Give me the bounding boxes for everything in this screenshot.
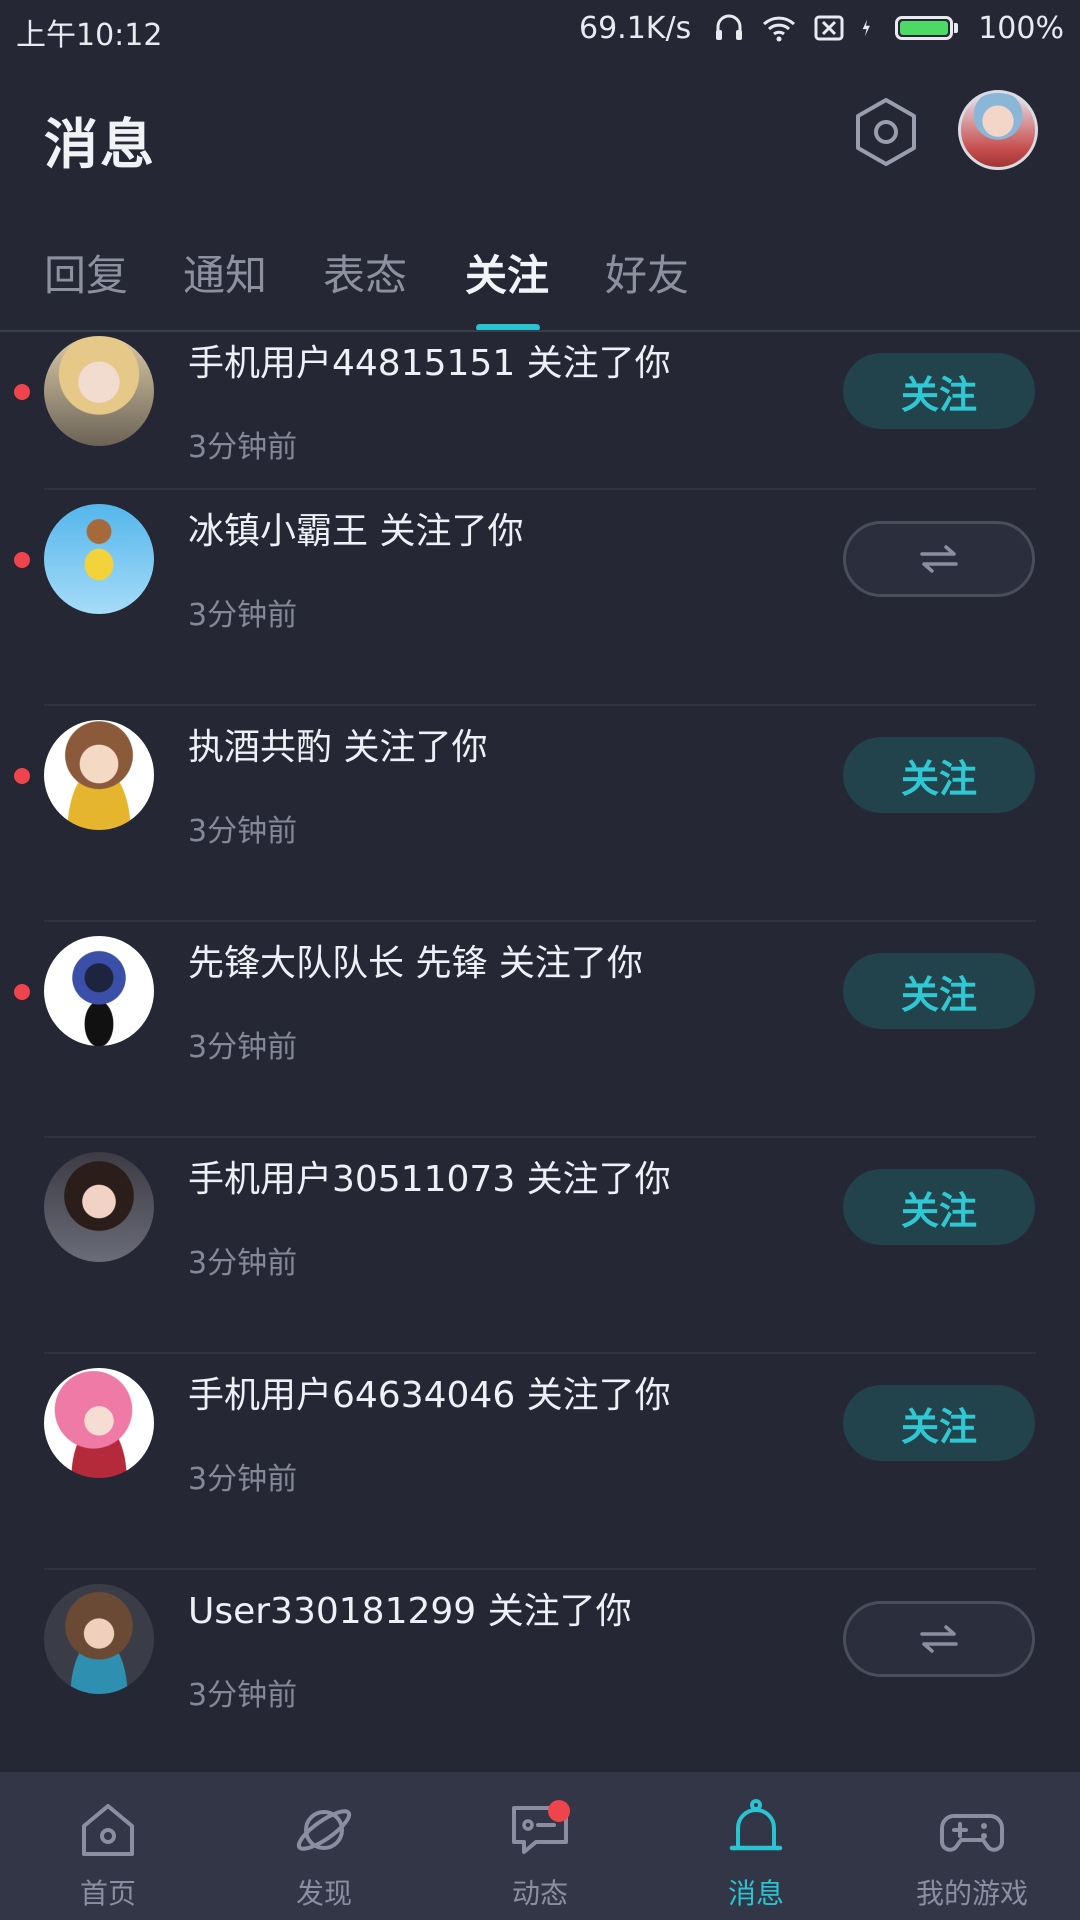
planet-icon bbox=[296, 1809, 352, 1851]
list-item[interactable]: 冰镇小霸王 关注了你 3分钟前 bbox=[0, 502, 1080, 718]
row-text: 冰镇小霸王 关注了你 3分钟前 bbox=[188, 502, 523, 634]
timestamp: 3分钟前 bbox=[188, 814, 298, 849]
follower-name: 先锋大队队长 先锋 关注了你 bbox=[188, 943, 643, 984]
nav-home[interactable]: 首页 bbox=[0, 1772, 216, 1920]
list-item[interactable]: 手机用户44815151 关注了你 3分钟前 关注 bbox=[0, 332, 1080, 502]
divider bbox=[44, 488, 1036, 490]
follow-button[interactable]: 关注 bbox=[843, 353, 1035, 429]
header: 消息 bbox=[0, 60, 1080, 210]
gear-icon[interactable] bbox=[850, 96, 922, 168]
divider bbox=[44, 1568, 1036, 1570]
unread-dot bbox=[14, 768, 30, 784]
follow-button[interactable]: 关注 bbox=[843, 1385, 1035, 1461]
follow-button[interactable]: 关注 bbox=[843, 953, 1035, 1029]
list-item[interactable]: 手机用户30511073 关注了你 3分钟前 关注 bbox=[0, 1150, 1080, 1366]
mutual-arrows-icon bbox=[920, 1625, 958, 1653]
avatar[interactable] bbox=[44, 336, 154, 446]
divider bbox=[44, 920, 1036, 922]
tab-reactions[interactable]: 表态 bbox=[323, 242, 407, 303]
avatar[interactable] bbox=[44, 1584, 154, 1694]
nav-messages[interactable]: 消息 bbox=[648, 1772, 864, 1920]
tab-friends[interactable]: 好友 bbox=[605, 242, 689, 303]
mutual-follow-button[interactable] bbox=[843, 521, 1035, 597]
follower-name: 手机用户64634046 关注了你 bbox=[188, 1375, 671, 1416]
row-text: 手机用户30511073 关注了你 3分钟前 bbox=[188, 1150, 671, 1282]
row-text: 手机用户44815151 关注了你 3分钟前 bbox=[188, 334, 671, 466]
timestamp: 3分钟前 bbox=[188, 1246, 298, 1281]
nav-label: 消息 bbox=[727, 1877, 784, 1910]
wifi-icon bbox=[763, 16, 796, 42]
home-icon bbox=[82, 1804, 134, 1856]
row-text: 手机用户64634046 关注了你 3分钟前 bbox=[188, 1366, 671, 1498]
follower-name: 手机用户30511073 关注了你 bbox=[188, 1159, 671, 1200]
follow-button[interactable]: 关注 bbox=[843, 737, 1035, 813]
battery-percent: 100% bbox=[978, 10, 1064, 46]
unread-dot bbox=[14, 384, 30, 400]
timestamp: 3分钟前 bbox=[188, 1030, 298, 1065]
tab-bar: 回复 通知 表态 关注 好友 bbox=[0, 230, 1080, 331]
follower-name: 冰镇小霸王 关注了你 bbox=[188, 511, 524, 552]
headset-icon bbox=[716, 14, 743, 40]
list-item[interactable]: 执酒共酌 关注了你 3分钟前 关注 bbox=[0, 718, 1080, 934]
tab-follows[interactable]: 关注 bbox=[465, 242, 549, 303]
follower-name: User330181299 关注了你 bbox=[188, 1591, 632, 1632]
divider bbox=[44, 1136, 1036, 1138]
avatar[interactable] bbox=[44, 936, 154, 1046]
list-item[interactable]: User330181299 关注了你 3分钟前 bbox=[0, 1582, 1080, 1772]
row-text: 先锋大队队长 先锋 关注了你 3分钟前 bbox=[188, 934, 643, 1066]
unread-dot bbox=[14, 984, 30, 1000]
nav-feed[interactable]: 动态 bbox=[432, 1772, 648, 1920]
nav-label: 动态 bbox=[511, 1877, 568, 1910]
nav-label: 发现 bbox=[295, 1877, 352, 1910]
timestamp: 3分钟前 bbox=[188, 1462, 298, 1497]
list-item[interactable]: 先锋大队队长 先锋 关注了你 3分钟前 关注 bbox=[0, 934, 1080, 1150]
timestamp: 3分钟前 bbox=[188, 598, 298, 633]
page-title: 消息 bbox=[44, 113, 156, 176]
avatar[interactable] bbox=[958, 90, 1038, 170]
timestamp: 3分钟前 bbox=[188, 1678, 298, 1713]
nav-label: 首页 bbox=[79, 1877, 136, 1910]
nav-label: 我的游戏 bbox=[915, 1877, 1028, 1910]
battery-icon bbox=[895, 16, 959, 40]
bottom-nav: 首页 发现 动态 消息 我的游戏 bbox=[0, 1772, 1080, 1920]
no-sim-icon bbox=[814, 15, 844, 41]
follower-name: 执酒共酌 关注了你 bbox=[188, 727, 488, 768]
list-item[interactable]: 手机用户64634046 关注了你 3分钟前 关注 bbox=[0, 1366, 1080, 1582]
avatar[interactable] bbox=[44, 1152, 154, 1262]
tab-notifications[interactable]: 通知 bbox=[183, 242, 267, 303]
charging-icon bbox=[862, 19, 871, 37]
status-right: 69.1K/s 100% bbox=[579, 8, 1064, 48]
tab-replies[interactable]: 回复 bbox=[44, 242, 128, 303]
unread-dot bbox=[14, 552, 30, 568]
status-bar: 上午10:12 69.1K/s 100% bbox=[0, 0, 1080, 60]
bell-icon bbox=[729, 1799, 783, 1851]
follow-button[interactable]: 关注 bbox=[843, 1169, 1035, 1245]
mutual-arrows-icon bbox=[920, 545, 958, 573]
messages-page: 上午10:12 69.1K/s 100% 消息 回复 通知 表态 关注 好友 手… bbox=[0, 0, 1080, 1920]
avatar[interactable] bbox=[44, 720, 154, 830]
timestamp: 3分钟前 bbox=[188, 430, 298, 465]
nav-my-games[interactable]: 我的游戏 bbox=[864, 1772, 1080, 1920]
network-speed: 69.1K/s bbox=[579, 10, 692, 46]
row-text: User330181299 关注了你 3分钟前 bbox=[188, 1582, 632, 1714]
avatar[interactable] bbox=[44, 504, 154, 614]
mutual-follow-button[interactable] bbox=[843, 1601, 1035, 1677]
gamepad-icon bbox=[940, 1814, 1004, 1852]
divider bbox=[44, 704, 1036, 706]
follow-list: 手机用户44815151 关注了你 3分钟前 关注 冰镇小霸王 关注了你 3分钟… bbox=[0, 332, 1080, 1772]
avatar[interactable] bbox=[44, 1368, 154, 1478]
notification-badge bbox=[548, 1800, 570, 1822]
follower-name: 手机用户44815151 关注了你 bbox=[188, 343, 671, 384]
divider bbox=[44, 1352, 1036, 1354]
nav-discover[interactable]: 发现 bbox=[216, 1772, 432, 1920]
status-time: 上午10:12 bbox=[16, 18, 163, 53]
row-text: 执酒共酌 关注了你 3分钟前 bbox=[188, 718, 487, 850]
